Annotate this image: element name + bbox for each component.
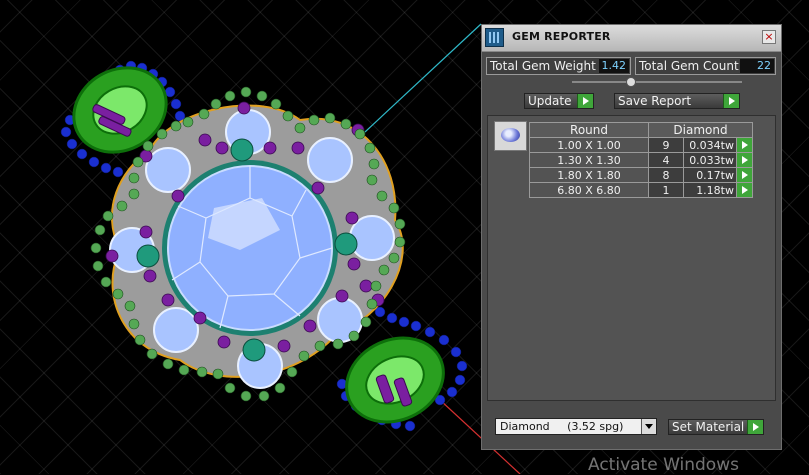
gem-size: 1.30 X 1.30 <box>529 152 649 168</box>
chevron-down-icon[interactable] <box>641 419 656 434</box>
titlebar[interactable]: GEM REPORTER × <box>482 25 781 52</box>
gem-weight: 0.034tw <box>683 137 737 153</box>
play-arrow-icon <box>747 420 763 434</box>
column-header-shape: Round <box>529 122 649 138</box>
total-gem-count-box: Total Gem Count 22 <box>635 57 776 75</box>
gem-size: 6.80 X 6.80 <box>529 182 649 198</box>
gem-table: Round Diamond 1.00 X 1.00 9 0.034tw 1.30… <box>529 122 753 198</box>
total-gem-weight-box: Total Gem Weight 1.42 <box>486 57 631 75</box>
play-arrow-icon[interactable] <box>736 182 753 198</box>
table-row: 6.80 X 6.80 1 1.18tw <box>529 182 753 198</box>
total-gem-weight-value: 1.42 <box>599 59 629 73</box>
table-row: 1.00 X 1.00 9 0.034tw <box>529 137 753 153</box>
gem-weight: 1.18tw <box>683 182 737 198</box>
gem-list-area: Round Diamond 1.00 X 1.00 9 0.034tw 1.30… <box>487 115 776 401</box>
gem-count: 8 <box>648 167 684 183</box>
play-arrow-icon <box>577 94 593 108</box>
total-gem-count-label: Total Gem Count <box>639 59 739 73</box>
total-gem-count-value: 22 <box>740 59 774 73</box>
table-row: 1.80 X 1.80 8 0.17tw <box>529 167 753 183</box>
gem-reporter-app-icon <box>485 28 504 47</box>
gem-count: 1 <box>648 182 684 198</box>
column-header-material: Diamond <box>648 122 753 138</box>
material-select[interactable]: Diamond (3.52 spg) <box>495 418 657 435</box>
panel-title: GEM REPORTER <box>512 30 611 43</box>
save-report-button-label: Save Report <box>618 94 692 108</box>
play-arrow-icon[interactable] <box>736 152 753 168</box>
gem-size: 1.00 X 1.00 <box>529 137 649 153</box>
y-axis-line <box>364 23 482 133</box>
slider-handle[interactable] <box>626 77 636 87</box>
round-gem-icon[interactable] <box>494 121 527 151</box>
update-button-label: Update <box>528 94 572 108</box>
gem-reporter-panel: GEM REPORTER × Total Gem Weight 1.42 Tot… <box>481 24 782 450</box>
set-material-button[interactable]: Set Material <box>668 419 764 435</box>
play-arrow-icon <box>723 94 739 108</box>
update-button[interactable]: Update <box>524 93 594 109</box>
close-icon[interactable]: × <box>762 30 776 44</box>
slider-track <box>572 81 742 83</box>
table-row: 1.30 X 1.30 4 0.033tw <box>529 152 753 168</box>
total-gem-weight-label: Total Gem Weight <box>490 59 596 73</box>
table-header-row: Round Diamond <box>529 122 753 138</box>
gem-count: 4 <box>648 152 684 168</box>
save-report-button[interactable]: Save Report <box>614 93 740 109</box>
gem-weight: 0.17tw <box>683 167 737 183</box>
play-arrow-icon[interactable] <box>736 137 753 153</box>
material-select-value: Diamond (3.52 spg) <box>500 420 624 433</box>
activate-windows-watermark: Activate Windows <box>588 455 739 475</box>
gem-size: 1.80 X 1.80 <box>529 167 649 183</box>
gem-count: 9 <box>648 137 684 153</box>
set-material-button-label: Set Material <box>672 420 745 434</box>
gem-weight: 0.033tw <box>683 152 737 168</box>
play-arrow-icon[interactable] <box>736 167 753 183</box>
